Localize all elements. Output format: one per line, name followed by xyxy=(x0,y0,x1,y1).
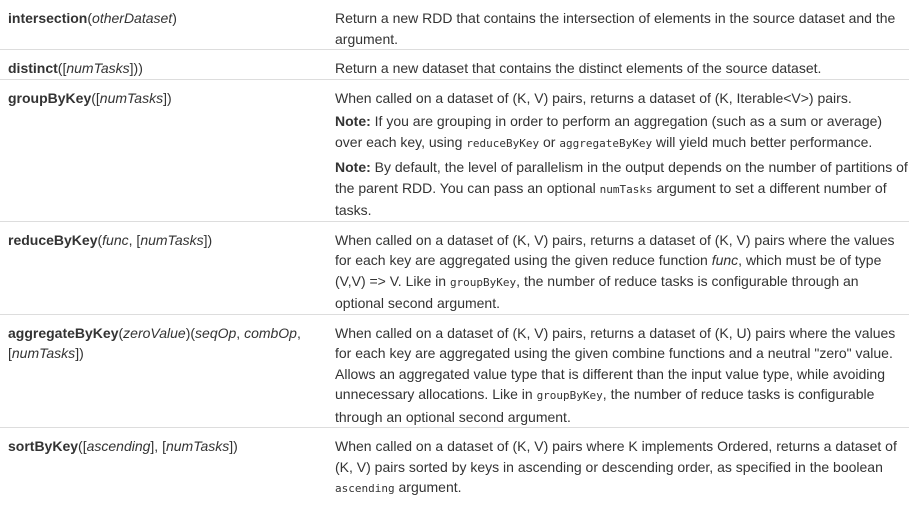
table-row: groupByKey([numTasks]) When called on a … xyxy=(0,78,909,221)
inline-code: groupByKey xyxy=(536,389,603,402)
transformation-description: When called on a dataset of (K, V) pairs… xyxy=(327,78,909,221)
argument: otherDataset xyxy=(92,10,173,26)
method-name: distinct xyxy=(8,60,58,76)
description-text: When called on a dataset of (K, V) pairs… xyxy=(335,438,897,475)
argument: func xyxy=(102,231,129,248)
signature-punct: ([ xyxy=(91,89,100,106)
inline-code: numTasks xyxy=(599,182,653,196)
signature-punct: , [ xyxy=(128,231,141,248)
signature-punct: ]) xyxy=(229,438,238,454)
signature-punct: ]) xyxy=(163,89,172,106)
transformations-table: intersection(otherDataset) Return a new … xyxy=(0,0,909,500)
table-row: reduceByKey(func, [numTasks]) When calle… xyxy=(0,220,909,314)
signature-punct: ]) xyxy=(75,345,84,361)
inline-code: ascending xyxy=(335,482,395,495)
note-text: will yield much better performance. xyxy=(652,133,873,150)
argument: numTasks xyxy=(11,345,76,361)
transformation-signature: sortByKey([ascending], [numTasks]) xyxy=(0,427,327,500)
table-row: aggregateByKey(zeroValue)(seqOp, combOp,… xyxy=(0,313,909,428)
signature-punct: , xyxy=(236,324,245,341)
transformation-signature: aggregateByKey(zeroValue)(seqOp, combOp,… xyxy=(0,313,327,428)
argument: ascending xyxy=(86,438,151,454)
description-text: Return a new dataset that contains the d… xyxy=(335,60,822,76)
description-text: argument. xyxy=(394,479,462,495)
note-label: Note: xyxy=(335,159,371,175)
note-text: or xyxy=(539,133,560,150)
argument: numTasks xyxy=(66,60,130,76)
transformation-signature: groupByKey([numTasks]) xyxy=(0,78,327,221)
transformation-description: Return a new dataset that contains the d… xyxy=(327,49,909,79)
transformation-signature: intersection(otherDataset) xyxy=(0,0,327,50)
inline-code: groupByKey xyxy=(449,275,517,289)
transformation-signature: reduceByKey(func, [numTasks]) xyxy=(0,220,327,314)
argument: numTasks xyxy=(140,231,204,248)
signature-punct: ([ xyxy=(78,438,87,454)
description-text: Return a new RDD that contains the inter… xyxy=(335,10,896,47)
table-row: sortByKey([ascending], [numTasks]) When … xyxy=(0,427,909,500)
inline-code: aggregateByKey xyxy=(559,136,653,150)
transformation-description: When called on a dataset of (K, V) pairs… xyxy=(327,220,909,314)
argument: numTasks xyxy=(165,438,230,454)
signature-punct: ]) xyxy=(203,231,213,248)
table-row: intersection(otherDataset) Return a new … xyxy=(0,0,909,50)
description-text: When called on a dataset of (K, V) pairs… xyxy=(335,89,852,106)
argument: combOp xyxy=(244,324,297,341)
transformation-description: When called on a dataset of (K, V) pairs… xyxy=(327,427,909,500)
argument: seqOp xyxy=(195,324,237,341)
method-name: reduceByKey xyxy=(8,231,98,248)
argument: func xyxy=(711,252,739,268)
signature-punct: ], [ xyxy=(150,438,166,454)
method-name: groupByKey xyxy=(8,89,92,106)
signature-punct: ) xyxy=(172,10,177,26)
method-name: sortByKey xyxy=(8,438,79,454)
inline-code: reduceByKey xyxy=(466,136,540,150)
signature-punct: ])) xyxy=(129,60,143,76)
argument: numTasks xyxy=(99,89,164,106)
argument: zeroValue xyxy=(123,324,186,341)
transformation-description: Return a new RDD that contains the inter… xyxy=(327,0,909,50)
transformation-description: When called on a dataset of (K, V) pairs… xyxy=(327,313,909,428)
method-name: intersection xyxy=(8,10,88,26)
table-row: distinct([numTasks])) Return a new datas… xyxy=(0,49,909,79)
note-label: Note: xyxy=(335,113,371,129)
method-name: aggregateByKey xyxy=(8,324,119,341)
signature-punct: )( xyxy=(185,324,196,341)
note-paragraph: Note: If you are grouping in order to pe… xyxy=(335,111,909,154)
transformation-signature: distinct([numTasks])) xyxy=(0,49,327,79)
note-paragraph: Note: By default, the level of paralleli… xyxy=(335,157,909,221)
